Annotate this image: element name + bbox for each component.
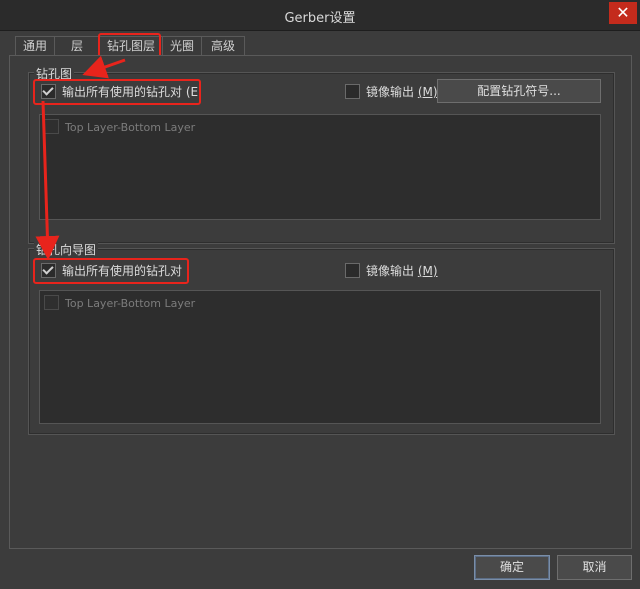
ok-button[interactable]: 确定 [474, 555, 550, 580]
dialog-footer: 确定 取消 [0, 548, 640, 589]
cancel-button[interactable]: 取消 [557, 555, 632, 580]
arrow-to-drill-title [82, 55, 126, 79]
arrow-to-guide-checkbox [35, 100, 60, 260]
annotation-arrows [35, 55, 126, 260]
